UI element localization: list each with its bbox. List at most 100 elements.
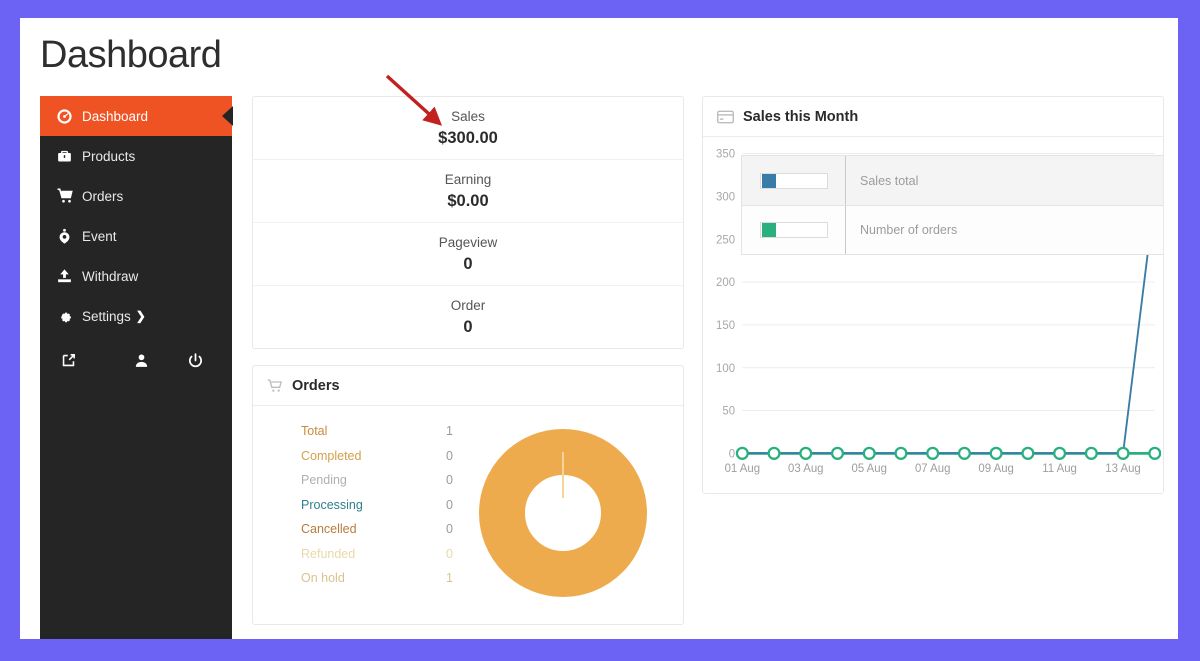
svg-text:300: 300 — [716, 191, 735, 203]
order-status-label: Pending — [301, 473, 347, 487]
orders-card-title: Orders — [292, 378, 340, 394]
chart-legend-tooltip[interactable]: Sales total Number of orders — [741, 155, 1163, 255]
order-status-count: 0 — [446, 498, 453, 512]
sidebar-item-dashboard[interactable]: Dashboard — [40, 96, 232, 136]
order-status-count: 0 — [446, 522, 453, 536]
svg-text:100: 100 — [716, 363, 735, 375]
stat-label: Pageview — [253, 235, 683, 250]
legend-swatch-cell — [742, 206, 846, 254]
user-profile-icon[interactable] — [114, 352, 168, 369]
upload-icon — [56, 268, 82, 285]
gear-icon — [56, 308, 82, 325]
list-item: Total 1 — [301, 424, 457, 438]
order-status-count: 0 — [446, 449, 453, 463]
briefcase-icon — [56, 148, 82, 165]
legend-series-name: Number of orders — [846, 223, 957, 237]
svg-text:250: 250 — [716, 234, 735, 246]
color-swatch — [762, 223, 776, 237]
sidebar-item-label: Event — [82, 229, 117, 244]
legend-swatch-box — [760, 173, 828, 189]
legend-row-sales-total[interactable]: Sales total — [742, 156, 1163, 205]
legend-swatch-box — [760, 222, 828, 238]
sidebar-item-orders[interactable]: Orders — [40, 176, 232, 216]
orders-card-header: Orders — [253, 366, 683, 406]
color-swatch — [762, 174, 776, 188]
orders-donut-chart — [457, 422, 669, 610]
order-status-label: Total — [301, 424, 327, 438]
order-status-label: On hold — [301, 571, 345, 585]
stat-row-sales: Sales $300.00 — [253, 97, 683, 160]
svg-text:13 Aug: 13 Aug — [1105, 463, 1140, 475]
stat-label: Order — [253, 298, 683, 313]
left-column: Sales $300.00 Earning $0.00 Pageview 0 O… — [252, 96, 684, 639]
svg-text:03 Aug: 03 Aug — [788, 463, 823, 475]
list-item: On hold 1 — [301, 571, 457, 585]
sidebar: Dashboard Products Orders Event — [40, 96, 232, 639]
list-item: Cancelled 0 — [301, 522, 457, 536]
chevron-right-icon: ❯ — [136, 309, 146, 323]
cart-icon — [56, 187, 82, 205]
dashboard-page: Dashboard Dashboard Products Orders — [20, 18, 1178, 639]
stat-value: 0 — [253, 318, 683, 337]
sales-chart-header: Sales this Month — [703, 97, 1163, 137]
right-column: Sales this Month 0 50 100 150 200 250 300 350 — [702, 96, 1164, 639]
orders-card: Orders Total 1 Completed 0 — [252, 365, 684, 625]
svg-text:200: 200 — [716, 277, 735, 289]
order-status-count: 0 — [446, 547, 453, 561]
svg-text:150: 150 — [716, 320, 735, 332]
speedometer-icon — [56, 108, 82, 125]
svg-text:50: 50 — [722, 406, 735, 418]
list-item: Refunded 0 — [301, 547, 457, 561]
list-item: Pending 0 — [301, 473, 457, 487]
list-item: Completed 0 — [301, 449, 457, 463]
stat-value: $0.00 — [253, 192, 683, 211]
order-status-label: Cancelled — [301, 522, 357, 536]
orders-status-list: Total 1 Completed 0 Pending 0 — [267, 422, 457, 610]
order-status-label: Processing — [301, 498, 363, 512]
sidebar-bottom-icon-row — [40, 336, 232, 384]
sidebar-item-withdraw[interactable]: Withdraw — [40, 256, 232, 296]
stat-value: 0 — [253, 255, 683, 274]
power-icon[interactable] — [168, 352, 222, 369]
sidebar-item-label: Products — [82, 149, 135, 164]
stat-label: Sales — [253, 109, 683, 124]
sidebar-item-label: Settings — [82, 309, 131, 324]
orders-card-body: Total 1 Completed 0 Pending 0 — [253, 406, 683, 624]
main-content: Sales $300.00 Earning $0.00 Pageview 0 O… — [252, 96, 1164, 639]
stat-row-pageview: Pageview 0 — [253, 223, 683, 286]
cart-icon — [267, 378, 283, 394]
svg-text:05 Aug: 05 Aug — [851, 463, 886, 475]
sales-chart-title: Sales this Month — [743, 109, 858, 125]
stat-row-order: Order 0 — [253, 286, 683, 348]
sales-chart-card: Sales this Month 0 50 100 150 200 250 300 350 — [702, 96, 1164, 494]
order-status-label: Completed — [301, 449, 361, 463]
event-pin-icon — [56, 228, 82, 245]
list-item: Processing 0 — [301, 498, 457, 512]
svg-text:01 Aug: 01 Aug — [725, 463, 760, 475]
legend-swatch-cell — [742, 156, 846, 205]
sidebar-item-event[interactable]: Event — [40, 216, 232, 256]
sales-chart-body: 0 50 100 150 200 250 300 350 01 Aug 03 Aug 05 Aug… — [703, 137, 1163, 493]
legend-series-name: Sales total — [846, 174, 918, 188]
credit-card-icon — [717, 110, 734, 124]
stat-value: $300.00 — [253, 129, 683, 148]
stats-card: Sales $300.00 Earning $0.00 Pageview 0 O… — [252, 96, 684, 349]
order-status-label: Refunded — [301, 547, 355, 561]
svg-text:0: 0 — [729, 448, 735, 460]
page-title: Dashboard — [40, 36, 221, 74]
sidebar-item-settings[interactable]: Settings ❯ — [40, 296, 232, 336]
donut-svg — [478, 428, 648, 598]
stat-row-earning: Earning $0.00 — [253, 160, 683, 223]
legend-row-number-of-orders[interactable]: Number of orders — [742, 205, 1163, 254]
sidebar-item-products[interactable]: Products — [40, 136, 232, 176]
svg-text:07 Aug: 07 Aug — [915, 463, 950, 475]
order-status-count: 1 — [446, 424, 453, 438]
stat-label: Earning — [253, 172, 683, 187]
order-status-count: 0 — [446, 473, 453, 487]
external-link-icon[interactable] — [54, 352, 114, 369]
svg-text:11 Aug: 11 Aug — [1042, 463, 1077, 475]
order-status-count: 1 — [446, 571, 453, 585]
svg-text:350: 350 — [716, 149, 735, 161]
sidebar-item-label: Withdraw — [82, 269, 138, 284]
sidebar-item-label: Dashboard — [82, 109, 148, 124]
